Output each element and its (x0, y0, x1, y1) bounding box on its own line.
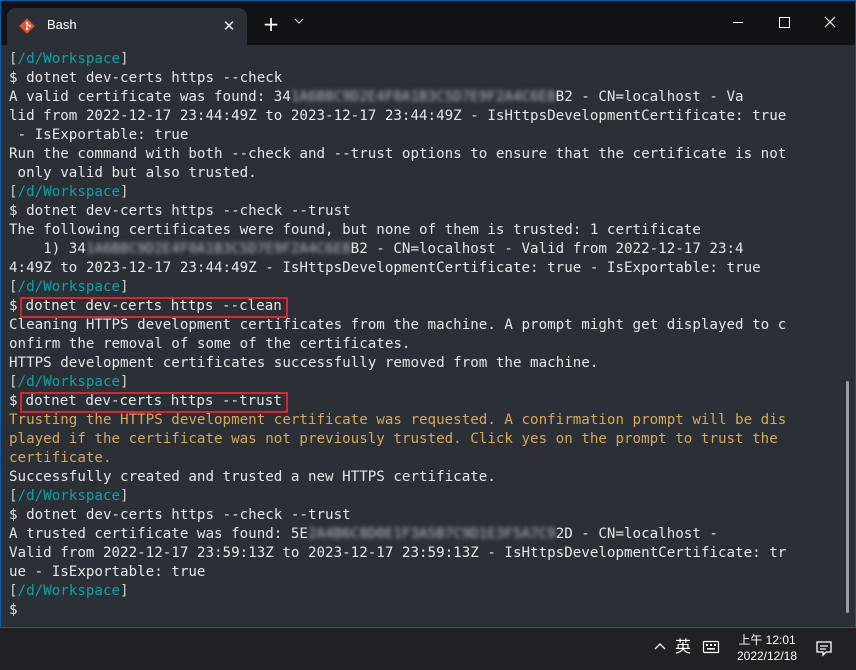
chevron-down-icon[interactable] (291, 16, 307, 32)
maximize-button[interactable] (761, 5, 807, 39)
output-line: - IsExportable: true (9, 127, 189, 143)
taskbar: 英 上午 12:01 2022/12/18 (0, 628, 856, 670)
scrollbar[interactable] (846, 381, 849, 613)
output-line: only valid but also trusted. (9, 165, 257, 181)
show-hidden-icons-icon[interactable] (652, 637, 668, 657)
output-line: A trusted certificate was found: 5E2A4B6… (9, 526, 718, 542)
terminal-window: Bash ✕ + [/d/Workspace] $ dotnet dev-cer… (0, 0, 856, 628)
warning-line: Trusting the HTTPS development certifica… (9, 412, 787, 428)
terminal-output[interactable]: [/d/Workspace] $ dotnet dev-certs https … (9, 50, 839, 620)
output-line: Valid from 2022-12-17 23:59:13Z to 2023-… (9, 545, 787, 561)
output-line: HTTPS development certificates successfu… (9, 355, 599, 371)
prompt-path-line: [/d/Workspace] (9, 488, 129, 504)
tab-bash[interactable]: Bash ✕ (7, 8, 247, 45)
command-line: $ dotnet dev-certs https --trust (9, 392, 839, 413)
output-line: Run the command with both --check and --… (9, 146, 787, 162)
highlighted-command-trust: dotnet dev-certs https --trust (19, 392, 288, 413)
prompt-path-line: [/d/Workspace] (9, 51, 129, 67)
current-prompt[interactable]: $ (9, 601, 839, 620)
close-icon (824, 16, 836, 28)
output-line: Successfully created and trusted a new H… (9, 469, 496, 485)
clock[interactable]: 上午 12:01 2022/12/18 (730, 632, 804, 666)
command-line: $ dotnet dev-certs https --check (9, 70, 283, 86)
close-icon[interactable]: ✕ (220, 17, 238, 35)
close-window-button[interactable] (807, 5, 853, 39)
notification-icon[interactable] (814, 638, 834, 658)
title-bar: Bash ✕ + (1, 1, 855, 45)
tab-title: Bash (47, 17, 77, 32)
warning-line: played if the certificate was not previo… (9, 431, 778, 447)
output-line: 1) 341A6B8C9D2E4F0A1B3C5D7E9F2A4C6E8B2 -… (9, 241, 744, 257)
output-line: The following certificates were found, b… (9, 222, 701, 238)
redacted-thumbprint: 1A6B8C9D2E4F0A1B3C5D7E9F2A4C6E8 (290, 89, 556, 105)
prompt-path-line: [/d/Workspace] (9, 184, 129, 200)
prompt-path-line: [/d/Workspace] (9, 374, 129, 390)
keyboard-icon[interactable] (702, 638, 720, 656)
output-line: 4:49Z to 2023-12-17 23:44:49Z - IsHttpsD… (9, 260, 761, 276)
warning-line: certificate. (9, 450, 112, 466)
redacted-thumbprint: 2A4B6C8D0E1F3A5B7C9D1E3F5A7C9 (307, 526, 556, 542)
clock-date: 2022/12/18 (736, 649, 798, 663)
plus-icon[interactable]: + (260, 14, 282, 36)
command-line: $ dotnet dev-certs https --check --trust (9, 507, 351, 523)
git-bash-icon (19, 18, 35, 34)
ime-indicator[interactable]: 英 (673, 636, 693, 658)
minimize-icon (733, 22, 743, 23)
output-line: onfirm the removal of some of the certif… (9, 336, 411, 352)
maximize-icon (779, 17, 790, 28)
command-line: $ dotnet dev-certs https --check --trust (9, 203, 351, 219)
clock-time: 上午 12:01 (738, 633, 796, 647)
redacted-thumbprint: 1A6B8C9D2E4F0A1B3C5D7E9F2A4C6E8 (85, 241, 351, 257)
output-line: ue - IsExportable: true (9, 564, 206, 580)
minimize-button[interactable] (715, 5, 761, 39)
output-line: A valid certificate was found: 341A6B8C9… (9, 89, 744, 105)
output-line: Cleaning HTTPS development certificates … (9, 317, 787, 333)
output-line: lid from 2022-12-17 23:44:49Z to 2023-12… (9, 108, 787, 124)
prompt-path-line: [/d/Workspace] (9, 279, 129, 295)
highlighted-command-clean: dotnet dev-certs https --clean (19, 297, 288, 318)
prompt-path-line: [/d/Workspace] (9, 583, 129, 599)
command-line: $ dotnet dev-certs https --clean (9, 297, 839, 318)
